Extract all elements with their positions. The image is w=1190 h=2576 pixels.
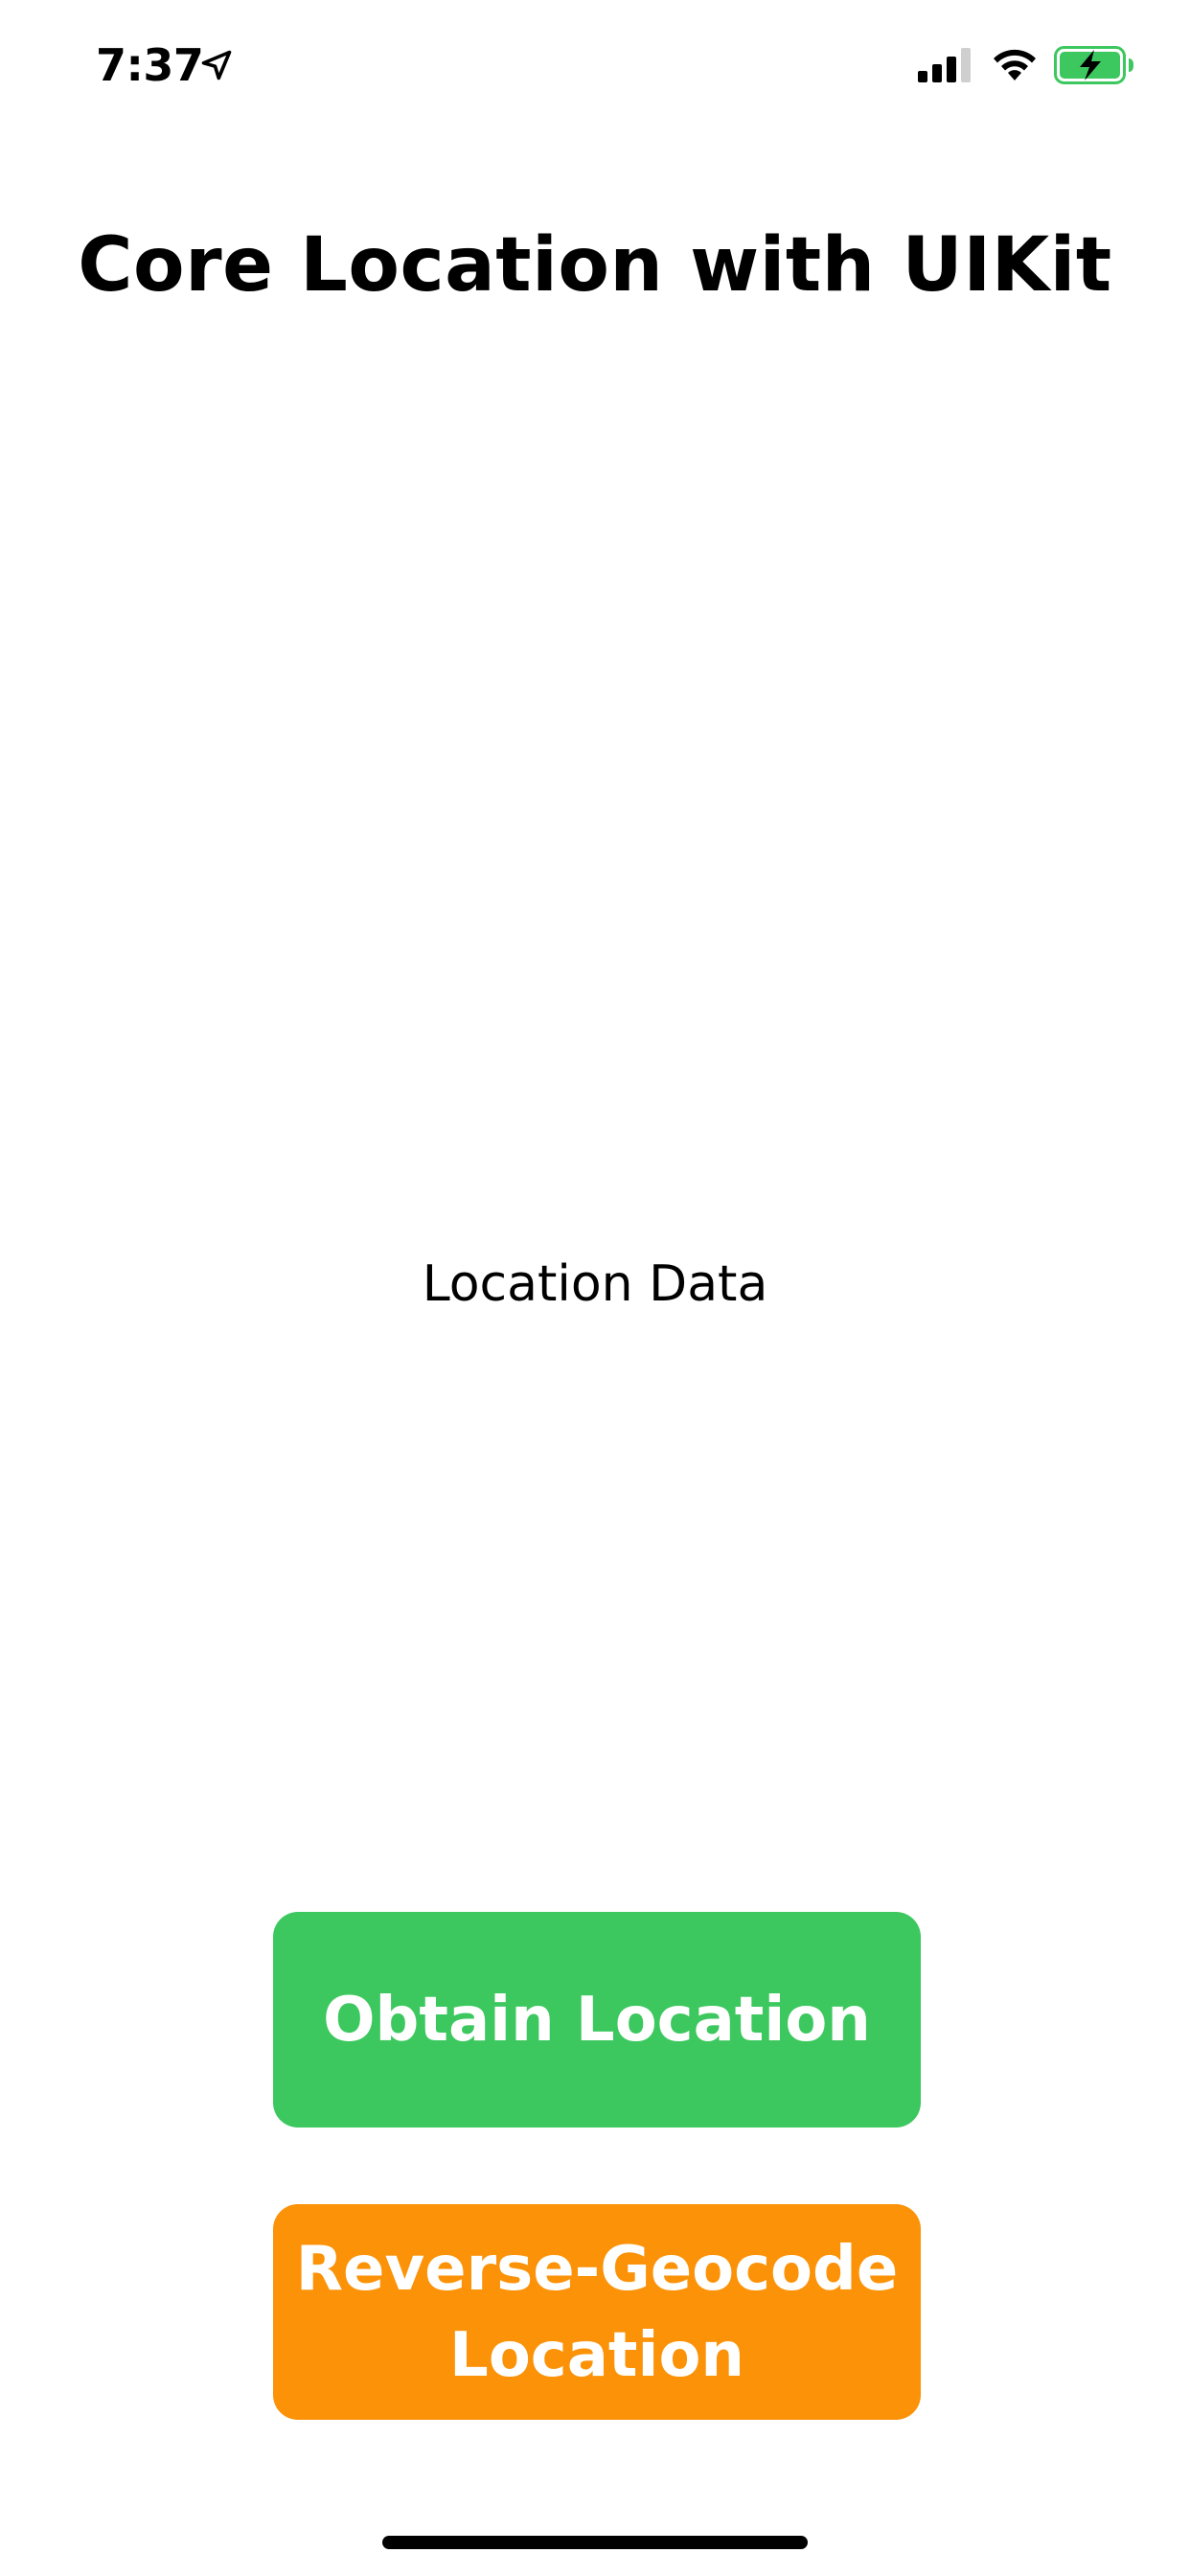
status-bar: 7:37 xyxy=(0,0,1190,126)
obtain-location-label: Obtain Location xyxy=(323,1984,871,2056)
battery-charging-icon xyxy=(1054,46,1133,84)
reverse-geocode-label: Reverse-Geocode Location xyxy=(295,2233,899,2391)
wifi-icon xyxy=(994,49,1036,80)
home-indicator[interactable] xyxy=(382,2536,808,2549)
status-time: 7:37 xyxy=(96,39,204,91)
obtain-location-button[interactable]: Obtain Location xyxy=(273,1912,921,2128)
reverse-geocode-button[interactable]: Reverse-Geocode Location xyxy=(273,2204,921,2420)
location-data-label: Location Data xyxy=(422,1255,768,1313)
page-title: Core Location with UIKit xyxy=(78,222,1112,309)
location-arrow-icon xyxy=(201,50,232,80)
cellular-signal-icon xyxy=(918,48,971,82)
